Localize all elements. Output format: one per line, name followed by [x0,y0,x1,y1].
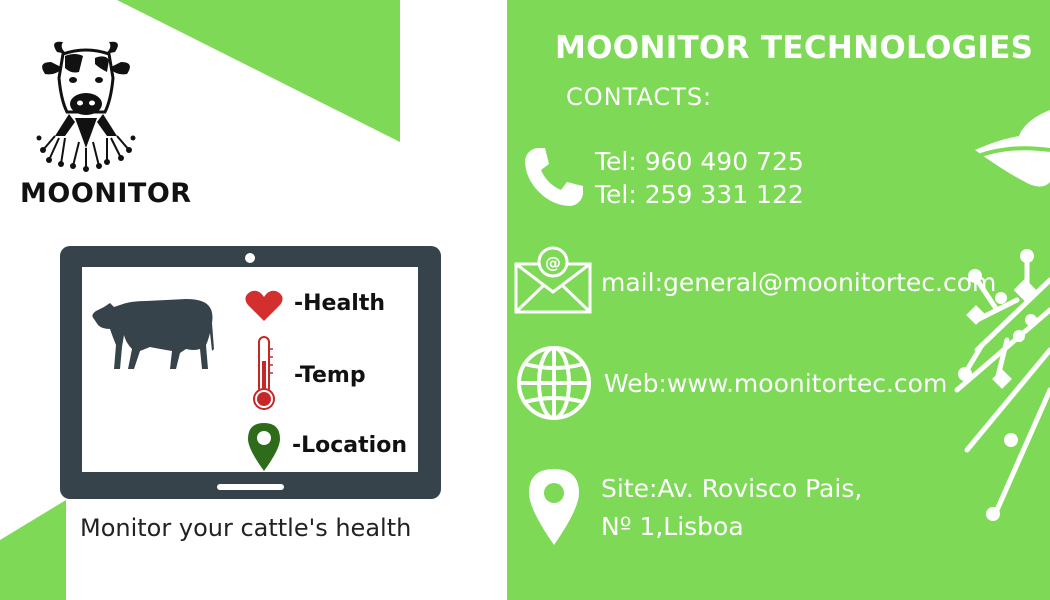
contacts-heading: CONTACTS: [566,83,713,111]
heart-icon [245,290,283,321]
company-title: MOONITOR TECHNOLOGIES [555,30,1034,66]
website-link[interactable]: Web:www.moonitortec.com [604,366,947,401]
phone-icon [525,148,583,206]
metric-temp-label: -Temp [294,363,366,388]
site-address-line-2: Nº 1,Lisboa [601,512,744,541]
cow-circuit-logo-icon [36,41,136,172]
svg-text:@: @ [545,253,561,272]
globe-icon [517,346,591,420]
left-panel: MOONITOR -Health -Temp -Location Monitor… [0,0,507,600]
tablet-home-bar [217,484,284,490]
leaf-circuit-decoration [954,110,1050,521]
tablet-camera [245,253,255,263]
email-icon: @ [514,246,592,314]
tagline: Monitor your cattle's health [80,514,412,542]
location-pin-icon [529,469,579,545]
brand-name: MOONITOR [20,178,192,209]
phone-1[interactable]: Tel: 960 490 725 [595,144,804,179]
tablet-illustration: -Health -Temp -Location [60,246,441,499]
cow-silhouette-icon [92,299,214,369]
right-panel: MOONITOR TECHNOLOGIES CONTACTS: Tel: 960… [507,0,1050,600]
phone-2[interactable]: Tel: 259 331 122 [595,177,804,212]
email-address[interactable]: mail:general@moonitortec.com [601,265,996,300]
location-pin-icon [248,423,280,471]
tablet-screen: -Health -Temp -Location [82,267,418,472]
thermometer-icon [253,336,275,410]
site-address-line-1: Site:Av. Rovisco Pais, [601,474,863,503]
metric-health-label: -Health [294,291,386,316]
metric-location-label: -Location [292,433,407,458]
